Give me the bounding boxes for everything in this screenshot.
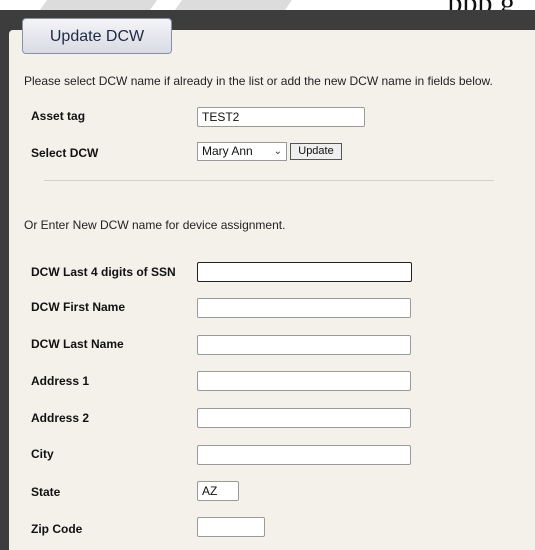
city-label: City <box>31 447 54 461</box>
city-input[interactable] <box>197 445 411 465</box>
first-name-input[interactable] <box>197 298 411 318</box>
address1-label: Address 1 <box>31 374 90 388</box>
asset-tag-label: Asset tag <box>31 109 86 123</box>
last-name-input[interactable] <box>197 335 411 355</box>
divider <box>44 180 494 181</box>
last-name-label: DCW Last Name <box>31 337 124 351</box>
ssn-label: DCW Last 4 digits of SSN <box>31 265 176 279</box>
chevron-down-icon: ⌄ <box>273 146 282 157</box>
select-instructions: Please select DCW name if already in the… <box>24 74 493 88</box>
address2-input[interactable] <box>197 408 411 428</box>
address2-label: Address 2 <box>31 411 90 425</box>
select-dcw-label: Select DCW <box>31 146 99 160</box>
first-name-label: DCW First Name <box>31 300 126 314</box>
asset-tag-input[interactable] <box>197 107 365 127</box>
ssn-input[interactable] <box>197 262 412 282</box>
address1-input[interactable] <box>197 371 411 391</box>
dcw-select[interactable]: Mary Ann ⌄ <box>197 142 287 161</box>
dcw-select-value: Mary Ann <box>202 144 253 158</box>
new-dcw-instructions: Or Enter New DCW name for device assignm… <box>24 218 286 232</box>
state-input[interactable] <box>197 481 239 501</box>
update-button[interactable]: Update <box>290 143 342 160</box>
zip-input[interactable] <box>197 517 265 537</box>
zip-label: Zip Code <box>31 522 83 536</box>
tab-update-dcw[interactable]: Update DCW <box>22 18 172 54</box>
state-label: State <box>31 485 61 499</box>
